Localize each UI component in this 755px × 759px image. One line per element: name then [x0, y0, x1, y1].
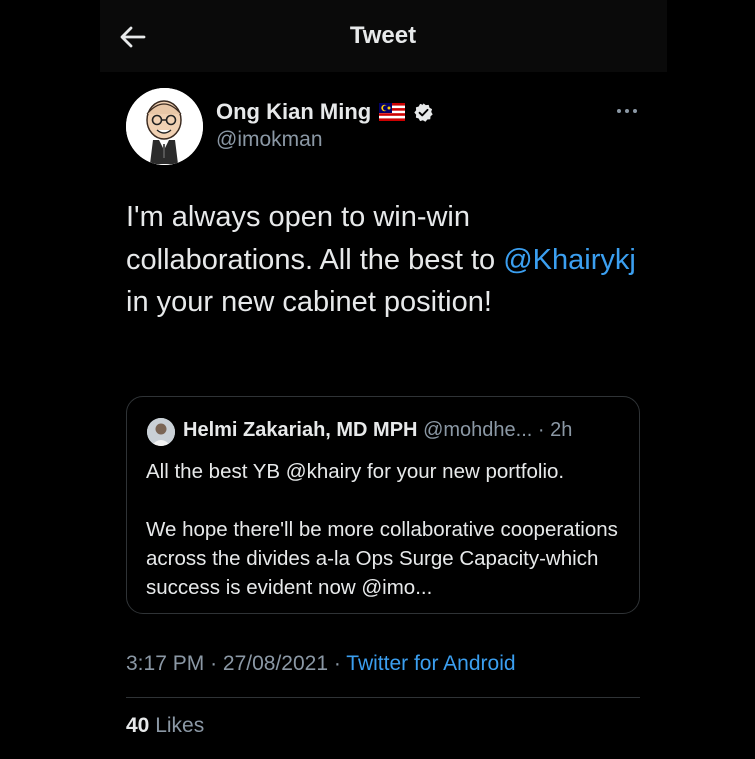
tweet-text-part: I'm always open to win-win collaboration…	[126, 201, 504, 276]
quoted-tweet-card[interactable]: Helmi Zakariah, MD MPH @mohdhe... · 2h A…	[126, 396, 640, 614]
tweet-source-link[interactable]: Twitter for Android	[346, 652, 515, 675]
likes-stat[interactable]: 40 Likes	[126, 714, 204, 738]
divider	[126, 697, 640, 698]
quoted-author-name: Helmi Zakariah, MD MPH	[183, 419, 418, 441]
avatar[interactable]	[126, 88, 203, 165]
quoted-text-line: All the best YB @khairy for your new por…	[146, 460, 565, 483]
author-name[interactable]: Ong Kian Ming	[216, 99, 371, 125]
likes-label: Likes	[155, 714, 205, 737]
quoted-header: Helmi Zakariah, MD MPH @mohdhe... · 2h	[183, 419, 572, 442]
tweet-date: · 27/08/2021 ·	[210, 652, 341, 675]
tweet-text-part: in your new cabinet position!	[126, 286, 492, 318]
tweet-time[interactable]: 3:17 PM	[126, 652, 204, 675]
tweet-text: I'm always open to win-win collaboration…	[126, 196, 646, 324]
quoted-text: All the best YB @khairy for your new por…	[146, 457, 626, 602]
likes-count: 40	[126, 714, 150, 737]
more-options-icon[interactable]	[612, 100, 642, 122]
author-handle[interactable]: @imokman	[216, 128, 323, 152]
verified-badge-icon	[414, 102, 433, 122]
page-title: Tweet	[349, 22, 417, 49]
quoted-time: · 2h	[537, 419, 573, 441]
author-name-row[interactable]: Ong Kian Ming	[216, 99, 434, 125]
tweet-timestamp: 3:17 PM · 27/08/2021 · Twitter for Andro…	[126, 652, 516, 676]
quoted-text-line: We hope there'll be more collaborative c…	[146, 518, 618, 599]
malaysia-flag-icon	[379, 103, 406, 121]
arrow-left-icon[interactable]	[118, 22, 148, 52]
quoted-avatar-image	[147, 418, 175, 446]
caricature-avatar-image	[126, 88, 203, 165]
mention-link[interactable]: @Khairykj	[503, 244, 636, 276]
quoted-avatar[interactable]	[147, 418, 175, 446]
quoted-author-handle: @mohdhe...	[423, 419, 533, 441]
